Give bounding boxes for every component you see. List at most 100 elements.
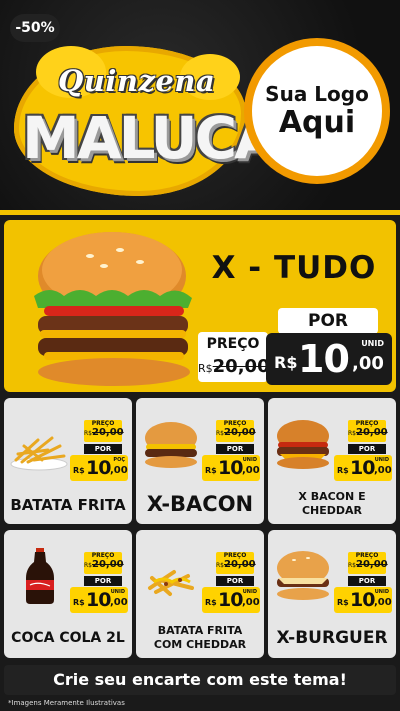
por-label: POR: [216, 576, 254, 586]
product-card[interactable]: PREÇO R$20,00 POR POÇ R$ 10 ,00 BATATA F…: [4, 398, 132, 524]
old-price-badge: PREÇO R$20,00: [84, 420, 124, 442]
burger-image: [145, 422, 197, 468]
old-price-amount: 20,00: [356, 427, 388, 438]
product-card[interactable]: PREÇO R$20,00 POR UNID R$ 10 ,00 X BACON…: [268, 398, 396, 524]
old-price-value: R$20,00: [216, 559, 256, 570]
featured-price-box: UNID R$ 10 ,00: [266, 333, 392, 385]
price-integer: 10: [350, 589, 375, 611]
price-integer: 10: [86, 589, 111, 611]
price-currency: R$: [274, 353, 298, 372]
price-box: POÇ R$ 10 ,00: [70, 455, 128, 481]
por-label: POR: [348, 444, 386, 454]
unit-label: UNID: [110, 589, 125, 595]
old-price-badge: PREÇO R$20,00: [348, 420, 388, 442]
disclaimer: *Imagens Meramente Ilustrativas: [8, 699, 125, 707]
unit-label: UNID: [242, 589, 257, 595]
product-name: COCA COLA 2L: [11, 630, 125, 646]
old-price-badge: PREÇO R$20,00: [84, 552, 124, 574]
old-price-label: PREÇO: [91, 420, 115, 427]
old-price-amount: 20,00: [212, 356, 270, 377]
unit-label: UNID: [361, 339, 384, 348]
old-price-label: PREÇO: [223, 420, 247, 427]
unit-label: POÇ: [113, 457, 125, 463]
price-box: UNID R$ 10 ,00: [202, 587, 260, 613]
old-price-badge: PREÇO R$20,00: [216, 552, 256, 574]
old-price-currency: R$: [198, 362, 213, 375]
price-integer: 10: [298, 337, 350, 381]
burger-image: [34, 232, 192, 386]
unit-label: UNID: [374, 589, 389, 595]
price-currency: R$: [73, 598, 85, 607]
price-integer: 10: [218, 457, 243, 479]
old-price-currency: R$: [216, 430, 224, 437]
old-price-value: R$20,00: [348, 559, 388, 570]
burger-image: [277, 551, 329, 600]
price-integer: 10: [86, 457, 111, 479]
old-price-value: R$20,00: [84, 559, 124, 570]
old-price-label: PREÇO: [206, 336, 260, 352]
price-currency: R$: [337, 466, 349, 475]
old-price-amount: 20,00: [224, 427, 256, 438]
discount-badge: -50%: [10, 14, 60, 42]
price-decimal: ,00: [374, 597, 392, 608]
price-integer: 10: [350, 457, 375, 479]
logo-text-line1: Sua Logo: [265, 82, 369, 106]
header-divider: [0, 210, 400, 215]
old-price-label: PREÇO: [355, 420, 379, 427]
cheese-fries-image: [148, 570, 194, 596]
menu-flyer: Quinzena MALUCA Sua Logo Aqui -50% X - T…: [0, 0, 400, 711]
price-decimal: ,00: [242, 465, 260, 476]
price-box: UNID R$ 10 ,00: [334, 587, 392, 613]
price-currency: R$: [205, 466, 217, 475]
product-card[interactable]: PREÇO R$20,00 POR UNID R$ 10 ,00 BATATA …: [136, 530, 264, 658]
old-price-label: PREÇO: [223, 552, 247, 559]
price-decimal: ,00: [110, 597, 128, 608]
price-currency: R$: [73, 466, 85, 475]
price-decimal: ,00: [110, 465, 128, 476]
product-name: X-BURGUER: [276, 628, 388, 648]
price-box: UNID R$ 10 ,00: [70, 587, 128, 613]
product-card[interactable]: PREÇO R$20,00 POR UNID R$ 10 ,00 X-BACON: [136, 398, 264, 524]
old-price-currency: R$: [348, 562, 356, 569]
old-price-amount: 20,00: [224, 559, 256, 570]
price-box: UNID R$ 10 ,00: [334, 455, 392, 481]
por-label: POR: [216, 444, 254, 454]
product-name: BATATA FRITA COM CHEDDAR: [153, 624, 247, 651]
burger-image: [277, 420, 329, 469]
price-box: UNID R$ 10 ,00: [202, 455, 260, 481]
price-decimal: ,00: [374, 465, 392, 476]
old-price-amount: 20,00: [92, 427, 124, 438]
cola-bottle-image: [26, 548, 54, 604]
old-price-amount: 20,00: [92, 559, 124, 570]
featured-product-name: X - TUDO: [211, 250, 377, 286]
unit-label: UNID: [374, 457, 389, 463]
old-price-currency: R$: [348, 430, 356, 437]
price-currency: R$: [337, 598, 349, 607]
old-price-label: PREÇO: [355, 552, 379, 559]
fries-image: [10, 436, 68, 471]
old-price-amount: 20,00: [356, 559, 388, 570]
old-price-badge: PREÇO R$20,00: [216, 420, 256, 442]
product-name: X BACON E CHEDDAR: [298, 490, 366, 517]
product-card[interactable]: PREÇO R$20,00 POR UNID R$ 10 ,00 COCA CO…: [4, 530, 132, 658]
logo-text-line2: Aqui: [278, 105, 356, 140]
old-price-label: PREÇO: [91, 552, 115, 559]
featured-old-price: PREÇO R$20,00: [198, 332, 270, 382]
old-price-value: R$20,00: [348, 427, 388, 438]
product-card[interactable]: PREÇO R$20,00 POR UNID R$ 10 ,00 X-BURGU…: [268, 530, 396, 658]
price-decimal: ,00: [242, 597, 260, 608]
old-price-currency: R$: [84, 562, 92, 569]
old-price-value: R$20,00: [198, 356, 270, 377]
old-price-value: R$20,00: [84, 427, 124, 438]
por-label: POR: [84, 576, 122, 586]
title-maluca: MALUCA: [22, 104, 279, 172]
price-decimal: ,00: [352, 353, 384, 374]
logo-placeholder[interactable]: Sua Logo Aqui: [244, 38, 390, 184]
price-currency: R$: [205, 598, 217, 607]
por-label: POR: [84, 444, 122, 454]
cta-banner[interactable]: Crie seu encarte com este tema!: [4, 665, 396, 695]
product-name: X-BACON: [146, 492, 254, 516]
title-quinzena: Quinzena: [58, 64, 216, 98]
old-price-badge: PREÇO R$20,00: [348, 552, 388, 574]
product-name: BATATA FRITA: [10, 496, 126, 514]
